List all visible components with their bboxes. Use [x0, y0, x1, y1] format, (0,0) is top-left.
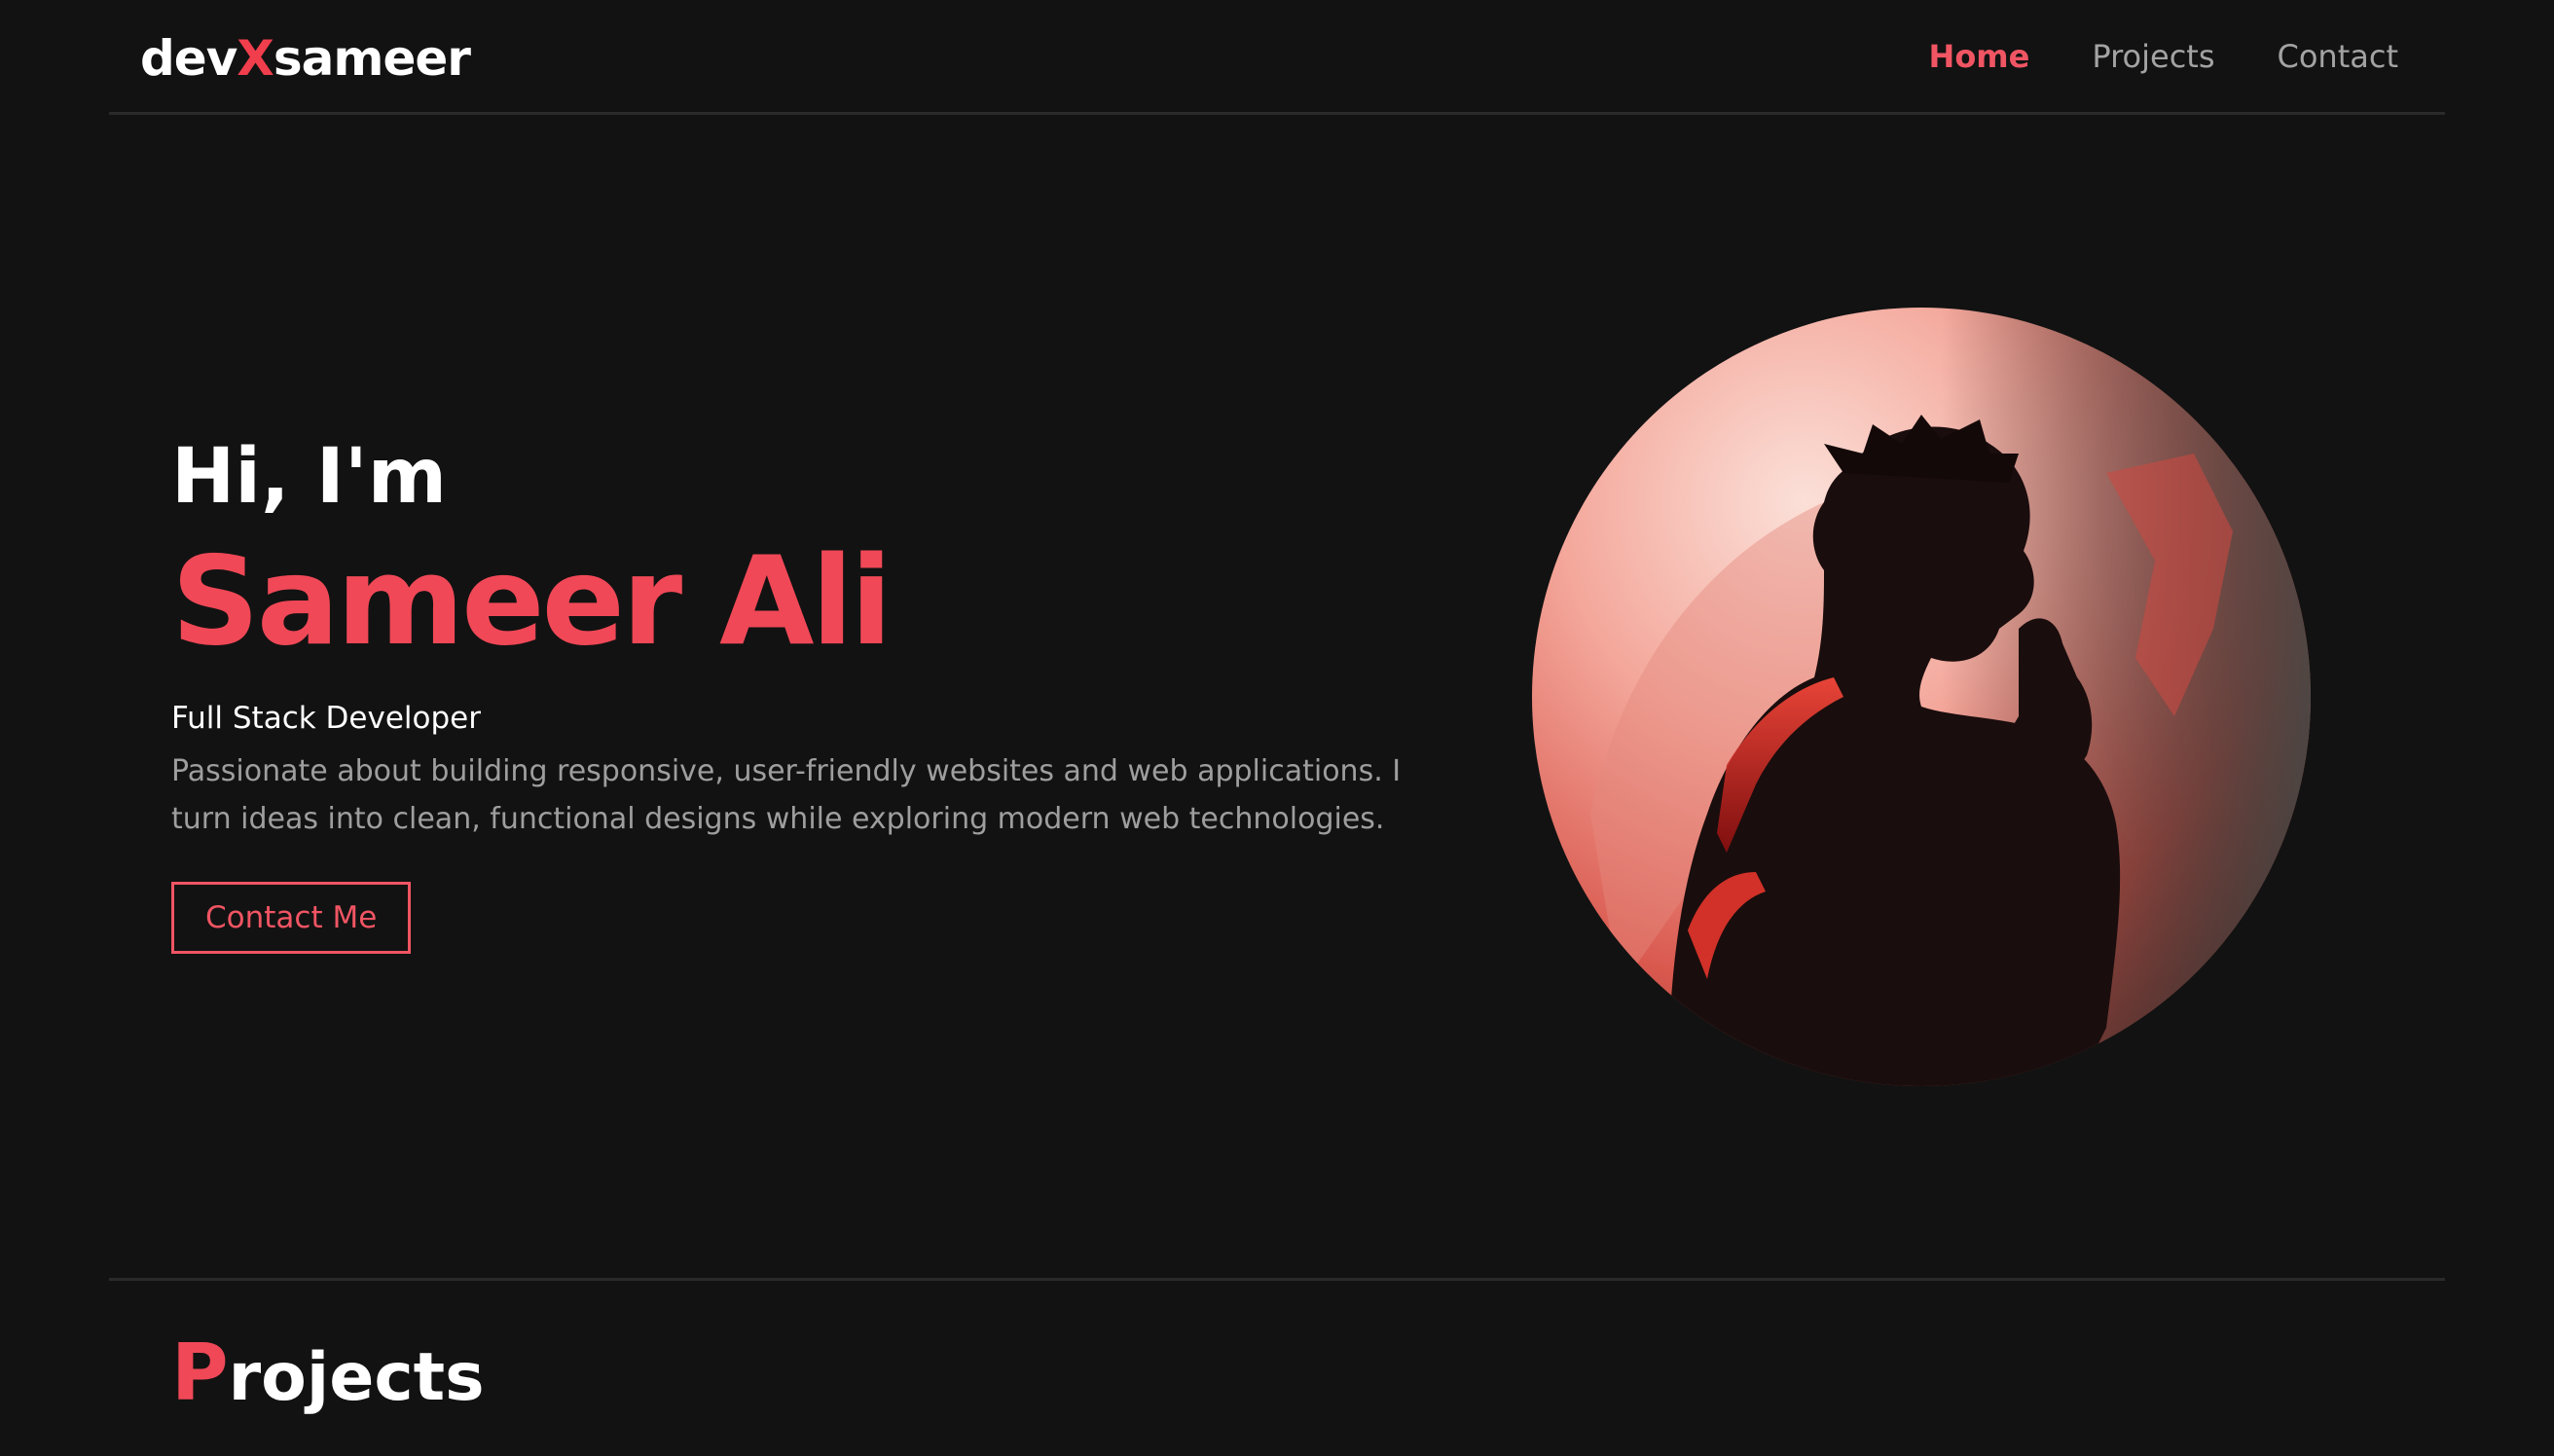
projects-heading-rest: rojects — [228, 1339, 485, 1416]
contact-me-button[interactable]: Contact Me — [171, 882, 412, 954]
nav-links: Home Projects Contact — [1929, 35, 2398, 78]
section-divider — [109, 1278, 2445, 1281]
nav-link-home[interactable]: Home — [1929, 35, 2030, 78]
profile-portrait — [1532, 308, 2311, 1086]
hero-greeting: Hi, I'm — [171, 433, 447, 521]
site-logo[interactable]: devXsameer — [140, 27, 471, 90]
projects-heading-first-letter: P — [171, 1328, 229, 1418]
projects-heading: Projects — [171, 1329, 485, 1422]
anime-silhouette-avatar-icon — [1532, 308, 2311, 1086]
top-navbar: devXsameer Home Projects Contact — [109, 0, 2445, 115]
logo-prefix: dev — [140, 30, 237, 87]
hero-role: Full Stack Developer — [171, 701, 481, 736]
hero-intro: Hi, I'm Sameer Ali Full Stack Developer … — [171, 428, 1437, 954]
hero-bio: Passionate about building responsive, us… — [171, 754, 1402, 836]
hero-name: Sameer Ali — [171, 529, 893, 673]
logo-accent: X — [237, 30, 274, 87]
nav-link-contact[interactable]: Contact — [2278, 35, 2399, 78]
portfolio-page: devXsameer Home Projects Contact Hi, I'm… — [0, 0, 2554, 1456]
nav-link-projects[interactable]: Projects — [2092, 35, 2214, 78]
logo-suffix: sameer — [273, 30, 471, 87]
